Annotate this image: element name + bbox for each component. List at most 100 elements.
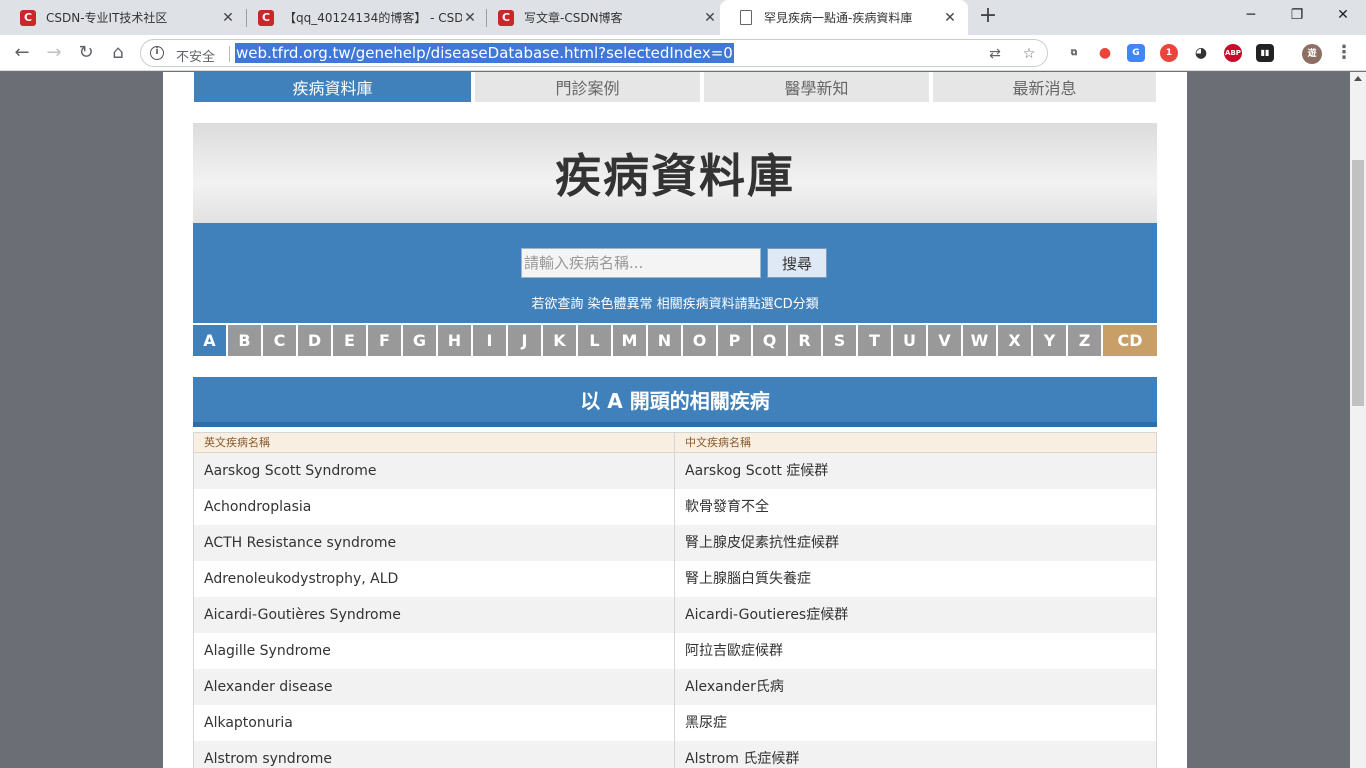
minimize-button[interactable]: ─ [1228,0,1274,32]
chinese-name-cell[interactable]: Aarskog Scott 症候群 [675,453,1156,489]
letter-i-button[interactable]: I [473,325,506,356]
letter-t-button[interactable]: T [858,325,891,356]
letter-c-button[interactable]: C [263,325,296,356]
table-row[interactable]: ACTH Resistance syndrome 腎上腺皮促素抗性症候群 [194,525,1156,561]
panda-extension-icon[interactable]: ◕ [1192,44,1210,62]
header-chinese-name: 中文疾病名稱 [685,436,751,449]
english-name-cell[interactable]: ACTH Resistance syndrome [194,525,675,561]
table-row[interactable]: Alexander disease Alexander氏病 [194,669,1156,705]
english-name-cell[interactable]: Aarskog Scott Syndrome [194,453,675,489]
letter-s-button[interactable]: S [823,325,856,356]
letter-y-button[interactable]: Y [1033,325,1066,356]
letter-h-button[interactable]: H [438,325,471,356]
table-row[interactable]: Achondroplasia 軟骨發育不全 [194,489,1156,525]
english-name-cell[interactable]: Adrenoleukodystrophy, ALD [194,561,675,597]
scrollbar-thumb[interactable] [1352,160,1364,406]
media-extension-icon[interactable]: ▮▮ [1256,44,1274,62]
chinese-name-cell[interactable]: Aicardi-Goutieres症候群 [675,597,1156,633]
info-icon[interactable]: i [150,46,164,60]
page-viewport: 疾病資料庫 門診案例 醫學新知 最新消息 疾病資料庫 請輸入疾病名稱... 搜尋… [0,72,1350,768]
security-label[interactable]: 不安全 [176,46,215,65]
letter-l-button[interactable]: L [578,325,611,356]
english-name-cell[interactable]: Alstrom syndrome [194,741,675,768]
close-tab-icon[interactable]: ✕ [702,10,718,26]
letter-b-button[interactable]: B [228,325,261,356]
nav-medical-news[interactable]: 醫學新知 [704,72,929,102]
url-text[interactable]: web.tfrd.org.tw/genehelp/diseaseDatabase… [235,43,734,63]
page-scrollbar[interactable] [1350,72,1366,768]
window-close-button[interactable]: ✕ [1320,0,1366,32]
close-tab-icon[interactable]: ✕ [462,10,478,26]
hero-banner: 疾病資料庫 [193,123,1157,223]
english-name-cell[interactable]: Alkaptonuria [194,705,675,741]
tab-csdn-blog[interactable]: C 【qq_40124134的博客】 - CSDN ✕ [238,0,488,35]
table-row[interactable]: Alagille Syndrome 阿拉吉歐症候群 [194,633,1156,669]
english-name-cell[interactable]: Achondroplasia [194,489,675,525]
location-extension-icon[interactable]: ● [1096,44,1114,62]
nav-disease-database[interactable]: 疾病資料庫 [194,72,471,102]
letter-q-button[interactable]: Q [753,325,786,356]
letter-r-button[interactable]: R [788,325,821,356]
close-tab-icon[interactable]: ✕ [942,10,958,26]
chinese-name-cell[interactable]: 阿拉吉歐症候群 [675,633,1156,669]
chinese-name-cell[interactable]: 軟骨發育不全 [675,489,1156,525]
home-button[interactable]: ⌂ [104,39,132,67]
adblock-extension-icon[interactable]: ABP [1224,44,1242,62]
letter-k-button[interactable]: K [543,325,576,356]
letter-z-button[interactable]: Z [1068,325,1101,356]
disease-search-input[interactable]: 請輸入疾病名稱... [521,248,761,278]
table-row[interactable]: Aarskog Scott Syndrome Aarskog Scott 症候群 [194,453,1156,489]
screenshot-extension-icon[interactable]: ⧉ [1065,44,1083,62]
table-row[interactable]: Aicardi-Goutières Syndrome Aicardi-Goutie… [194,597,1156,633]
letter-v-button[interactable]: V [928,325,961,356]
letter-n-button[interactable]: N [648,325,681,356]
english-name-cell[interactable]: Alexander disease [194,669,675,705]
tab-csdn-home[interactable]: C CSDN-专业IT技术社区 ✕ [0,0,246,35]
profile-avatar[interactable]: 遊 [1302,44,1322,64]
omnibox-divider [229,46,230,62]
letter-u-button[interactable]: U [893,325,926,356]
letter-e-button[interactable]: E [333,325,366,356]
tab-csdn-write[interactable]: C 写文章-CSDN博客 ✕ [478,0,728,35]
letter-a-button[interactable]: A [193,325,226,356]
nav-latest-news[interactable]: 最新消息 [933,72,1156,102]
chinese-name-cell[interactable]: Alexander氏病 [675,669,1156,705]
table-row[interactable]: Adrenoleukodystrophy, ALD 腎上腺腦白質失養症 [194,561,1156,597]
new-tab-button[interactable]: + [976,5,1000,29]
address-bar[interactable]: i 不安全 web.tfrd.org.tw/genehelp/diseaseDa… [140,39,1048,67]
restore-button[interactable]: ❐ [1274,0,1320,32]
letter-p-button[interactable]: P [718,325,751,356]
back-button[interactable]: ← [8,39,36,67]
csdn-extension-icon[interactable]: 1 [1160,44,1178,62]
letter-j-button[interactable]: J [508,325,541,356]
translate-icon[interactable]: ⇄ [987,46,1003,62]
table-body: Aarskog Scott Syndrome Aarskog Scott 症候群 A… [194,453,1156,768]
english-name-cell[interactable]: Alagille Syndrome [194,633,675,669]
table-row[interactable]: Alkaptonuria 黑尿症 [194,705,1156,741]
tab-disease-database[interactable]: 罕見疾病一點通-疾病資料庫 ✕ [720,0,968,35]
chinese-name-cell[interactable]: 腎上腺皮促素抗性症候群 [675,525,1156,561]
results-heading: 以 A 開頭的相關疾病 [193,377,1157,427]
letter-w-button[interactable]: W [963,325,996,356]
letter-x-button[interactable]: X [998,325,1031,356]
search-button[interactable]: 搜尋 [767,248,827,278]
chinese-name-cell[interactable]: Alstrom 氏症候群 [675,741,1156,768]
letter-m-button[interactable]: M [613,325,646,356]
letter-o-button[interactable]: O [683,325,716,356]
nav-clinic-cases[interactable]: 門診案例 [475,72,700,102]
menu-kebab-icon[interactable]: ⋮ [1330,39,1358,67]
translate-extension-icon[interactable]: G [1127,44,1145,62]
chinese-name-cell[interactable]: 腎上腺腦白質失養症 [675,561,1156,597]
chinese-name-cell[interactable]: 黑尿症 [675,705,1156,741]
reload-button[interactable]: ↻ [72,39,100,67]
forward-button[interactable]: → [40,39,68,67]
letter-cd-button[interactable]: CD [1103,325,1157,356]
scroll-up-arrow-icon[interactable] [1354,76,1362,81]
table-row[interactable]: Alstrom syndrome Alstrom 氏症候群 [194,741,1156,768]
letter-d-button[interactable]: D [298,325,331,356]
bookmark-star-icon[interactable]: ☆ [1021,46,1037,62]
letter-f-button[interactable]: F [368,325,401,356]
letter-g-button[interactable]: G [403,325,436,356]
close-tab-icon[interactable]: ✕ [220,10,236,26]
english-name-cell[interactable]: Aicardi-Goutières Syndrome [194,597,675,633]
